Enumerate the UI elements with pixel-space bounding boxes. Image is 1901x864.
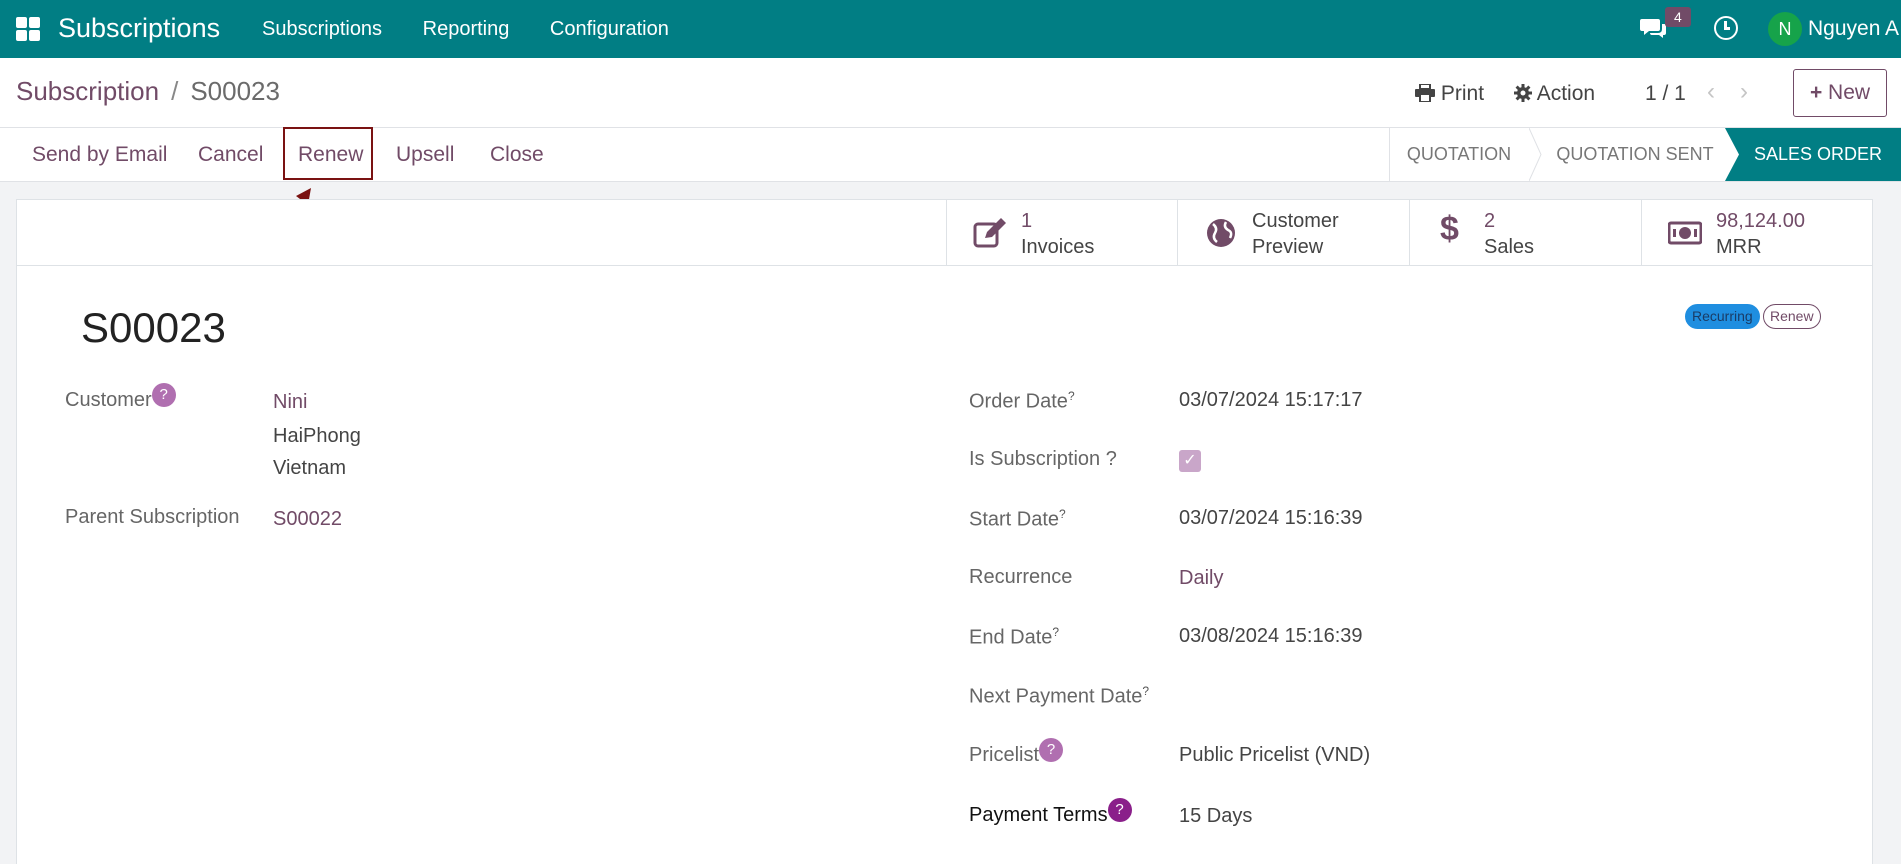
pager-next-icon[interactable]: › [1740, 78, 1748, 106]
tag-recurring: Recurring [1685, 304, 1760, 329]
app-title[interactable]: Subscriptions [58, 13, 220, 44]
send-by-email-button[interactable]: Send by Email [32, 143, 167, 167]
action-label: Action [1536, 82, 1596, 105]
recurrence-label: Recurrence [969, 566, 1073, 588]
customer-preview-line1: Customer [1252, 210, 1339, 232]
pricelist-value[interactable]: Public Pricelist (VND) [1179, 744, 1370, 767]
recurrence-value[interactable]: Daily [1179, 567, 1223, 590]
stage-quotation[interactable]: QUOTATION [1389, 128, 1529, 181]
dollar-icon: $ [1440, 210, 1459, 248]
breadcrumb-separator: / [171, 76, 179, 106]
payment-terms-value[interactable]: 15 Days [1179, 805, 1252, 828]
mrr-smart-button[interactable]: 98,124.00 MRR [1641, 200, 1872, 266]
action-button[interactable]: Action [1514, 82, 1595, 106]
customer-city: HaiPhong [273, 425, 361, 447]
help-icon[interactable]: ? [151, 383, 176, 407]
breadcrumb-subscription-link[interactable]: Subscription [16, 76, 159, 106]
close-button[interactable]: Close [490, 143, 544, 167]
customer-label: Customer? [65, 383, 176, 413]
user-avatar[interactable]: N [1768, 12, 1802, 46]
renew-highlight-box [283, 127, 373, 180]
control-panel: Subscription / S00023 Print Action 1 / 1 ‹… [0, 58, 1901, 128]
sales-label: Sales [1484, 236, 1535, 258]
pager-prev-icon[interactable]: ‹ [1707, 78, 1715, 106]
new-label: New [1828, 81, 1871, 104]
stage-sales-order[interactable]: SALES ORDER [1735, 128, 1901, 181]
gear-icon [1514, 84, 1532, 102]
menu-subscriptions[interactable]: Subscriptions [262, 18, 382, 40]
print-button[interactable]: Print [1415, 82, 1484, 106]
next-payment-date-label: Next Payment Date? [969, 684, 1150, 708]
stage-quotation-sent[interactable]: QUOTATION SENT [1543, 128, 1727, 181]
sales-count: 2 [1484, 210, 1496, 232]
globe-icon [1207, 219, 1235, 247]
menu-reporting[interactable]: Reporting [423, 18, 510, 40]
record-title: S00023 [81, 304, 226, 351]
edit-icon [973, 218, 1006, 248]
parent-subscription-label: Parent Subscription [65, 506, 240, 528]
customer-name-link[interactable]: Nini [273, 391, 307, 414]
new-button[interactable]: + New [1793, 69, 1887, 117]
invoices-count: 1 [1021, 210, 1033, 232]
stage-divider [1529, 128, 1542, 181]
customer-country: Vietnam [273, 457, 347, 479]
mrr-label: MRR [1716, 236, 1762, 258]
pager-value[interactable]: 1 / 1 [1645, 82, 1686, 106]
help-icon[interactable]: ? [1039, 738, 1064, 762]
smart-buttons-row: 1 Invoices Customer Preview $ 2 Sales 98… [17, 200, 1872, 266]
printer-icon [1415, 83, 1435, 103]
upsell-button[interactable]: Upsell [396, 143, 454, 167]
user-name[interactable]: Nguyen A [1808, 17, 1899, 41]
pricelist-label: Pricelist? [969, 738, 1064, 768]
is-subscription-label: Is Subscription ? [969, 448, 1117, 470]
top-navbar: Subscriptions Subscriptions Reporting Co… [0, 0, 1901, 58]
breadcrumb-current: S00023 [190, 76, 280, 106]
start-date-value[interactable]: 03/07/2024 15:16:39 [1179, 507, 1363, 530]
form-sheet: 1 Invoices Customer Preview $ 2 Sales 98… [16, 199, 1873, 864]
breadcrumb: Subscription / S00023 [16, 76, 280, 107]
order-date-label: Order Date? [969, 389, 1075, 413]
is-subscription-checkbox[interactable]: ✓ [1179, 450, 1201, 472]
message-count-badge: 4 [1665, 7, 1691, 27]
parent-subscription-link[interactable]: S00022 [273, 508, 342, 531]
payment-terms-label: Payment Terms? [969, 798, 1132, 828]
tag-renew: Renew [1763, 304, 1821, 329]
plus-icon: + [1809, 81, 1823, 104]
cancel-button[interactable]: Cancel [198, 143, 263, 167]
sales-smart-button[interactable]: $ 2 Sales [1409, 200, 1641, 266]
invoices-label: Invoices [1021, 236, 1095, 258]
activity-clock-icon[interactable] [1714, 16, 1738, 40]
help-icon[interactable]: ? [1107, 798, 1132, 822]
end-date-value[interactable]: 03/08/2024 15:16:39 [1179, 625, 1363, 648]
start-date-label: Start Date? [969, 507, 1066, 531]
print-label: Print [1440, 82, 1485, 105]
customer-preview-line2: Preview [1252, 236, 1324, 258]
main-menu: Subscriptions Reporting Configuration [262, 18, 704, 41]
order-date-value[interactable]: 03/07/2024 15:17:17 [1179, 389, 1363, 412]
end-date-label: End Date? [969, 625, 1060, 649]
menu-configuration[interactable]: Configuration [550, 18, 669, 40]
invoices-smart-button[interactable]: 1 Invoices [946, 200, 1177, 266]
apps-menu-icon[interactable] [16, 17, 40, 41]
money-icon [1668, 221, 1702, 245]
customer-preview-smart-button[interactable]: Customer Preview [1177, 200, 1409, 266]
chat-icon[interactable] [1640, 17, 1666, 39]
mrr-value: 98,124.00 [1716, 210, 1805, 232]
